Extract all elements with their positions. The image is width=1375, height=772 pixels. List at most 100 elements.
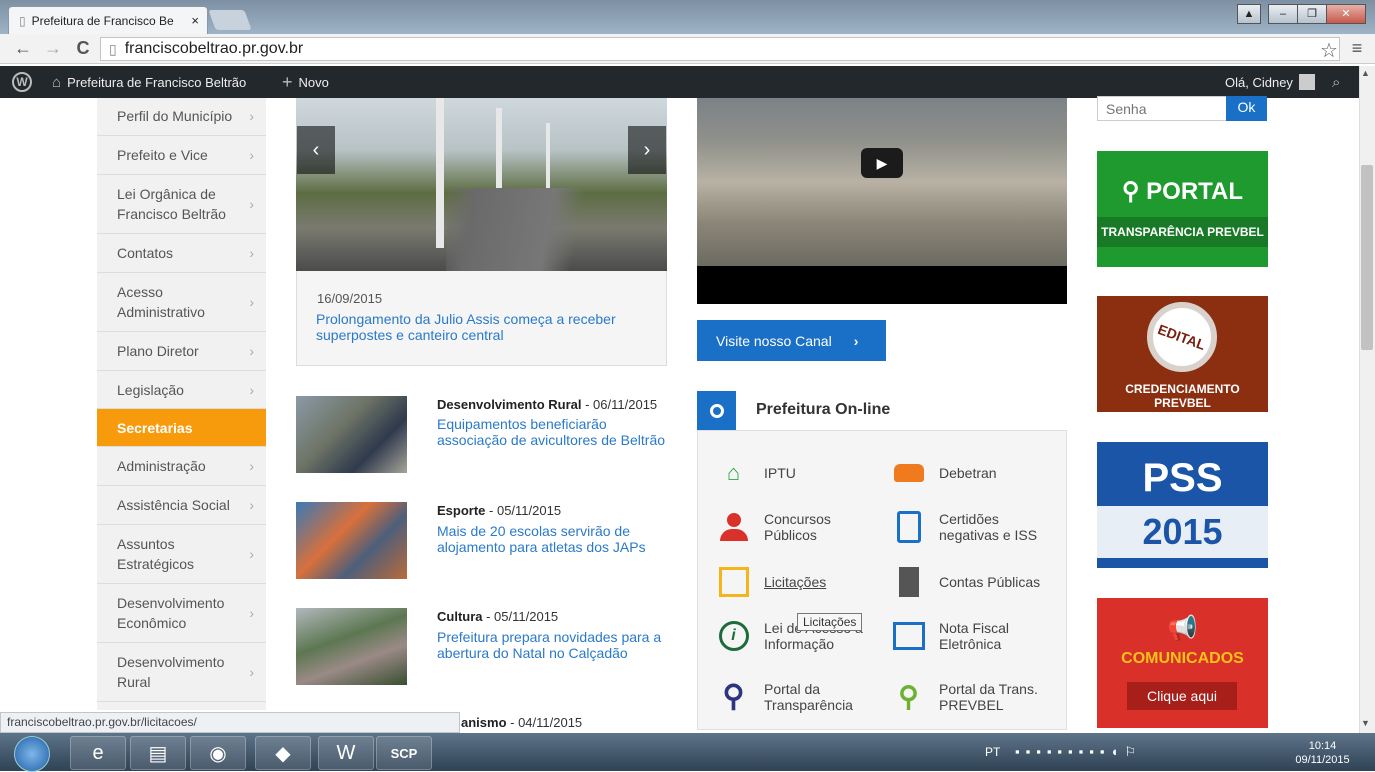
- wordpress-logo-icon[interactable]: W: [12, 66, 32, 98]
- service-portal-transparencia[interactable]: ⚲ Portal da Transparência: [717, 680, 887, 713]
- forward-icon[interactable]: →: [42, 38, 64, 59]
- sidebar-item-label: Plano Diretor: [117, 343, 199, 359]
- news-title-link[interactable]: Mais de 20 escolas servirão de alojament…: [437, 523, 672, 555]
- sidebar-item-secretarias[interactable]: Secretarias: [97, 409, 266, 447]
- banner-title: PORTAL: [1146, 178, 1244, 205]
- chevron-right-icon: ›: [249, 546, 254, 562]
- system-clock[interactable]: 10:14 09/11/2015: [1285, 739, 1360, 767]
- pin-search-icon: ⚲: [898, 680, 919, 712]
- sidebar-item-contatos[interactable]: Contatos ›: [97, 234, 266, 273]
- tooltip: Licitações: [797, 613, 863, 631]
- slide-next-button[interactable]: ›: [628, 126, 666, 174]
- avatar: [1298, 74, 1315, 90]
- sidebar-item-assuntos[interactable]: Assuntos Estratégicos ›: [97, 525, 266, 584]
- visit-channel-label: Visite nosso Canal: [716, 332, 832, 349]
- news-thumbnail[interactable]: [296, 608, 407, 685]
- news-thumbnail[interactable]: [296, 396, 407, 473]
- news-thumbnail[interactable]: [296, 502, 407, 579]
- news-title-link[interactable]: Prefeitura prepara novidades para a aber…: [437, 629, 672, 661]
- slide-prev-button[interactable]: ‹: [297, 126, 335, 174]
- service-certidoes[interactable]: Certidões negativas e ISS: [892, 510, 1062, 543]
- chevron-right-icon: ›: [249, 664, 254, 680]
- browser-tab[interactable]: ▯ Prefeitura de Francisco Be ×: [8, 6, 208, 34]
- sidebar-item-perfil[interactable]: Perfil do Município ›: [97, 98, 266, 136]
- comunicados-banner[interactable]: 📢 COMUNICADOS Clique aqui: [1097, 598, 1268, 728]
- portal-transparencia-banner[interactable]: ⚲ PORTAL TRANSPARÊNCIA PREVBEL: [1097, 151, 1268, 267]
- close-window-button[interactable]: ✕: [1326, 4, 1366, 24]
- pss-2015-banner[interactable]: PSS 2015: [1097, 442, 1268, 568]
- credenciamento-banner[interactable]: EDITAL CREDENCIAMENTO PREVBEL: [1097, 296, 1268, 412]
- news-title-link[interactable]: Equipamentos beneficiarão associação de …: [437, 416, 672, 448]
- star-icon[interactable]: ☆: [1318, 38, 1340, 63]
- service-debetran[interactable]: Debetran: [892, 456, 1062, 489]
- wp-account-link[interactable]: Olá, Cidney: [1225, 66, 1315, 98]
- service-licitacoes[interactable]: Licitações: [717, 565, 887, 598]
- chevron-right-icon: ›: [249, 245, 254, 261]
- password-field[interactable]: [1097, 96, 1227, 121]
- word-icon[interactable]: W: [318, 736, 374, 770]
- address-bar[interactable]: ▯ franciscobeltrao.pr.gov.br: [100, 37, 1340, 61]
- start-button[interactable]: [14, 736, 50, 772]
- ie-icon[interactable]: e: [70, 736, 126, 770]
- minimize-button[interactable]: –: [1268, 4, 1298, 24]
- explorer-icon[interactable]: ▤: [130, 736, 186, 770]
- maximize-button[interactable]: ❐: [1297, 4, 1327, 24]
- person-icon: [717, 510, 750, 543]
- service-contas[interactable]: Contas Públicas: [892, 565, 1062, 598]
- sidebar-item-plano[interactable]: Plano Diretor ›: [97, 332, 266, 371]
- service-label: Concursos Públicos: [764, 510, 831, 543]
- app-icon[interactable]: ◆: [255, 736, 311, 770]
- sidebar-item-acesso[interactable]: Acesso Administrativo ›: [97, 273, 266, 332]
- service-label: Contas Públicas: [939, 573, 1041, 590]
- chrome-icon[interactable]: ◉: [190, 736, 246, 770]
- megaphone-icon: 📢: [1167, 615, 1198, 642]
- service-nota-fiscal[interactable]: Nota Fiscal Eletrônica: [892, 619, 1062, 652]
- sidebar-item-prefeito[interactable]: Prefeito e Vice ›: [97, 136, 266, 175]
- user-icon[interactable]: ▲: [1237, 4, 1261, 24]
- new-tab-button[interactable]: [208, 10, 252, 30]
- language-indicator[interactable]: PT: [985, 745, 1000, 759]
- sidebar-item-administracao[interactable]: Administração ›: [97, 447, 266, 486]
- sidebar-item-label: Desenvolvimento Rural: [117, 654, 225, 690]
- tray-icons[interactable]: ▪▪▪▪▪▪▪▪▪◖⚐: [1015, 744, 1142, 760]
- search-icon[interactable]: ⌕: [1332, 66, 1340, 98]
- magnifier-icon: ⚲: [722, 679, 745, 713]
- wp-new-link[interactable]: + Novo: [282, 66, 329, 98]
- service-iptu[interactable]: ⌂ IPTU: [717, 456, 887, 489]
- back-icon[interactable]: ←: [12, 38, 34, 59]
- sidebar-item-desenv-economico[interactable]: Desenvolvimento Econômico ›: [97, 584, 266, 643]
- chevron-right-icon: ›: [249, 196, 254, 212]
- scroll-down-icon[interactable]: ▼: [1361, 718, 1370, 728]
- sidebar-item-legislacao[interactable]: Legislação ›: [97, 371, 266, 409]
- chevron-right-icon: ›: [249, 343, 254, 359]
- reload-icon[interactable]: C: [72, 38, 94, 59]
- scp-app-icon[interactable]: SCP: [376, 736, 432, 770]
- banner-subtitle: CREDENCIAMENTO PREVBEL: [1125, 382, 1240, 410]
- service-concursos[interactable]: Concursos Públicos: [717, 510, 887, 543]
- wp-site-link[interactable]: ⌂ Prefeitura de Francisco Beltrão: [52, 66, 246, 98]
- tab-close-icon[interactable]: ×: [191, 13, 199, 28]
- news-meta: Esporte - 05/11/2015: [437, 503, 562, 518]
- clique-aqui-button[interactable]: Clique aqui: [1127, 682, 1237, 710]
- slide-title-link[interactable]: Prolongamento da Julio Assis começa a re…: [316, 311, 646, 343]
- sidebar-item-label: Assistência Social: [117, 497, 230, 513]
- section-title: Prefeitura On-line: [756, 401, 891, 418]
- slide-date: 16/09/2015: [317, 291, 383, 306]
- slide-image[interactable]: [296, 98, 667, 271]
- play-icon[interactable]: ▶: [861, 148, 903, 178]
- wp-new-label: Novo: [298, 74, 329, 90]
- video-thumbnail[interactable]: [697, 98, 1067, 266]
- login-ok-button[interactable]: Ok: [1226, 96, 1267, 121]
- visit-channel-button[interactable]: Visite nosso Canal ›: [697, 320, 886, 361]
- scrollbar-thumb[interactable]: [1361, 165, 1373, 350]
- circle-icon: [697, 391, 736, 430]
- sidebar-item-desenv-rural[interactable]: Desenvolvimento Rural ›: [97, 643, 266, 702]
- sidebar-item-assistencia[interactable]: Assistência Social ›: [97, 486, 266, 525]
- service-portal-prevbel[interactable]: ⚲ Portal da Trans. PREVBEL: [892, 680, 1062, 713]
- service-label: IPTU: [764, 464, 796, 481]
- scroll-up-icon[interactable]: ▲: [1361, 68, 1370, 78]
- sidebar-item-lei-organica[interactable]: Lei Orgânica de Francisco Beltrão ›: [97, 175, 266, 234]
- menu-icon[interactable]: ≡: [1346, 38, 1368, 59]
- service-label: Portal da Transparência: [764, 680, 853, 713]
- sidebar-item-label: Secretarias: [117, 419, 193, 436]
